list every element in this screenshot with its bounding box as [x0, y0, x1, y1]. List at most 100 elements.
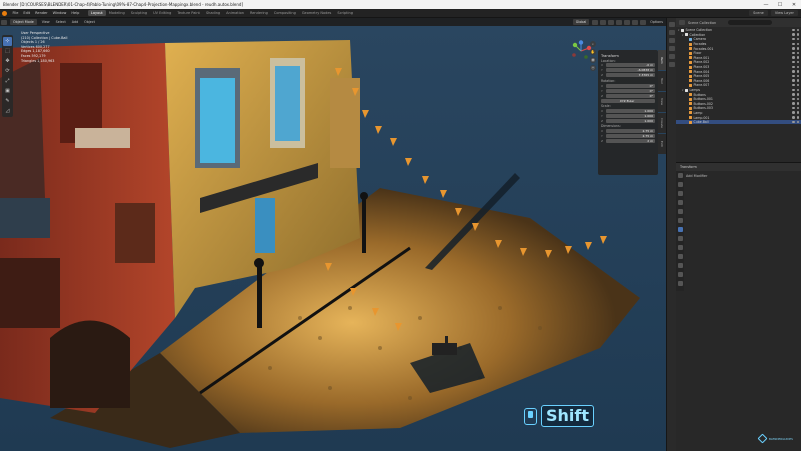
render-camera-icon[interactable] [796, 116, 799, 119]
xray-icon[interactable] [616, 19, 623, 25]
world-properties-icon[interactable] [668, 61, 675, 67]
eye-icon[interactable] [792, 51, 795, 55]
tab-geometry-nodes[interactable]: Geometry Nodes [299, 10, 335, 16]
render-camera-icon[interactable] [796, 47, 799, 50]
add-modifier-button[interactable]: Add Modifier [686, 173, 798, 179]
render-properties-icon[interactable] [668, 29, 675, 35]
minimize-button[interactable]: — [759, 0, 773, 9]
maximize-button[interactable]: ☐ [773, 0, 787, 9]
view-layer-selector[interactable]: View Layer [770, 10, 798, 16]
eye-icon[interactable] [792, 65, 795, 69]
render-camera-icon[interactable] [796, 60, 799, 64]
close-button[interactable]: ✕ [787, 0, 801, 9]
eye-icon[interactable] [792, 79, 795, 82]
camera-view-icon[interactable]: ▦ [590, 57, 596, 63]
perspective-toggle-icon[interactable]: ⦿ [590, 65, 596, 71]
menu-help[interactable]: Help [69, 11, 82, 15]
shading-solid-icon[interactable] [624, 19, 631, 25]
render-camera-icon[interactable] [796, 111, 799, 114]
transform-orientation-dropdown[interactable]: Global [572, 19, 590, 25]
data-tab-icon[interactable] [677, 263, 683, 268]
dimensions-x-field[interactable]: 2.75 m [606, 129, 655, 134]
render-camera-icon[interactable] [796, 83, 799, 87]
eye-icon[interactable] [792, 47, 795, 50]
navigation-gizmo-icon[interactable] [570, 40, 592, 62]
physics-tab-icon[interactable] [677, 245, 683, 250]
tab-edit[interactable]: Edit [658, 134, 666, 154]
constraints-tab-icon[interactable] [677, 254, 683, 259]
blender-logo-icon[interactable] [2, 10, 7, 16]
render-camera-icon[interactable] [796, 97, 799, 101]
measure-tool-icon[interactable]: ◿ [3, 107, 12, 116]
menu-object[interactable]: Object [81, 20, 98, 24]
rotation-y-field[interactable]: 0° [606, 88, 655, 93]
location-x-field[interactable]: -0 m [606, 63, 655, 68]
menu-window[interactable]: Window [50, 11, 69, 15]
location-z-field[interactable]: 7.3765 m [606, 73, 655, 78]
move-tool-icon[interactable]: ✥ [3, 57, 12, 66]
options-dropdown[interactable]: Options [647, 20, 666, 24]
proportional-edit-icon[interactable] [600, 19, 607, 25]
eye-icon[interactable] [792, 60, 795, 64]
render-camera-icon[interactable] [796, 42, 799, 46]
tab-sculpting[interactable]: Sculpting [128, 10, 150, 16]
rotate-tool-icon[interactable]: ⟳ [3, 67, 12, 76]
eye-icon[interactable] [792, 116, 795, 119]
tab-create[interactable]: Create [658, 113, 666, 133]
tab-modeling[interactable]: Modeling [106, 10, 128, 16]
render-camera-icon[interactable] [796, 102, 799, 105]
output-properties-icon[interactable] [668, 37, 675, 43]
eye-icon[interactable] [792, 93, 795, 96]
menu-add[interactable]: Add [69, 20, 81, 24]
scene-selector[interactable]: Scene [749, 10, 768, 16]
eye-icon[interactable] [792, 83, 795, 87]
tab-layout[interactable]: Layout [87, 10, 106, 16]
tool-properties-icon[interactable] [668, 21, 675, 27]
transform-tool-icon[interactable]: ▣ [3, 87, 12, 96]
overlay-icon[interactable] [608, 19, 615, 25]
3d-viewport[interactable]: Object Mode View Select Add Object Globa… [0, 18, 666, 451]
tab-compositing[interactable]: Compositing [271, 10, 299, 16]
menu-render[interactable]: Render [33, 11, 50, 15]
object-mode-dropdown[interactable]: Object Mode [10, 19, 37, 25]
world-tab-icon[interactable] [677, 209, 683, 214]
render-camera-icon[interactable] [796, 65, 799, 69]
render-camera-icon[interactable] [796, 120, 799, 124]
snap-icon[interactable] [592, 19, 599, 25]
scale-x-field[interactable]: 1.000 [606, 108, 655, 113]
location-y-field[interactable]: -6.0838 m [606, 68, 655, 73]
particles-tab-icon[interactable] [677, 236, 683, 241]
rotation-mode-dropdown[interactable]: XYZ Euler [601, 98, 655, 103]
material-tab-icon[interactable] [677, 272, 683, 277]
menu-file[interactable]: File [10, 11, 21, 15]
eye-icon[interactable] [792, 88, 795, 92]
eye-icon[interactable] [792, 42, 795, 46]
tab-uv-editing[interactable]: UV Editing [150, 10, 174, 16]
render-camera-icon[interactable] [796, 70, 799, 73]
eye-icon[interactable] [792, 37, 795, 41]
render-camera-icon[interactable] [796, 106, 799, 110]
outliner-editor-icon[interactable] [679, 20, 685, 25]
tool-tab-icon[interactable] [677, 173, 683, 178]
texture-tab-icon[interactable] [677, 281, 683, 286]
eye-icon[interactable] [792, 33, 795, 36]
tab-item[interactable]: Item [658, 50, 666, 70]
menu-select[interactable]: Select [53, 20, 69, 24]
render-tab-icon[interactable] [677, 182, 683, 187]
tab-scripting[interactable]: Scripting [334, 10, 356, 16]
render-camera-icon[interactable] [796, 93, 799, 96]
editor-type-icon[interactable] [1, 19, 7, 25]
tab-texture-paint[interactable]: Texture Paint [174, 10, 203, 16]
eye-icon[interactable] [792, 102, 795, 105]
shading-rendered-icon[interactable] [640, 19, 647, 25]
render-camera-icon[interactable] [796, 33, 799, 36]
outliner-search-input[interactable] [728, 20, 773, 25]
tab-rendering[interactable]: Rendering [247, 10, 271, 16]
scale-tool-icon[interactable]: ⤢ [3, 77, 12, 86]
eye-icon[interactable] [792, 106, 795, 110]
outliner-row[interactable]: Cube.Ball [676, 119, 801, 125]
menu-view[interactable]: View [39, 20, 53, 24]
rotation-x-field[interactable]: 0° [606, 83, 655, 88]
eye-icon[interactable] [792, 74, 795, 78]
render-camera-icon[interactable] [796, 74, 799, 78]
